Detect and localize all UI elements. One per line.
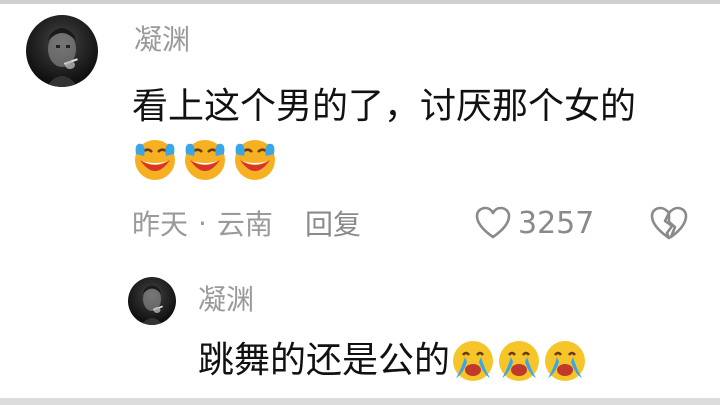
bottom-edge-bar <box>0 398 720 405</box>
top-edge-bar <box>0 0 720 4</box>
comment-text: 看上这个男的了，讨厌那个女的 <box>132 86 637 127</box>
avatar[interactable] <box>26 15 98 87</box>
reply-text: 跳舞的还是公的 <box>198 340 451 381</box>
reply-comment: 跳舞的还是公的 <box>198 336 588 386</box>
comment-emoji-row <box>132 134 278 184</box>
heart-icon <box>475 206 511 239</box>
laugh-cry-emoji-icon <box>232 136 278 182</box>
like-button[interactable]: 3257 <box>474 200 594 246</box>
crying-emoji-icon <box>450 338 496 384</box>
avatar-icon <box>46 28 78 87</box>
like-count: 3257 <box>518 205 595 241</box>
crying-emoji-icon <box>496 338 542 384</box>
comment-location: 云南 <box>216 208 273 241</box>
avatar-icon <box>141 285 163 325</box>
dislike-button[interactable] <box>648 202 690 244</box>
reply-username[interactable]: 凝渊 <box>198 280 254 320</box>
laugh-cry-emoji-icon <box>132 136 178 182</box>
reply-button[interactable]: 回复 <box>305 203 361 243</box>
meta-separator: · <box>198 206 207 240</box>
laugh-cry-emoji-icon <box>182 136 228 182</box>
comment-meta: 昨天 · 云南 回复 <box>132 198 361 248</box>
broken-heart-icon <box>650 206 688 240</box>
crying-emoji-icon <box>542 338 588 384</box>
comment-username[interactable]: 凝渊 <box>134 20 190 60</box>
comment-date: 昨天 <box>132 208 189 241</box>
reply-avatar[interactable] <box>128 277 176 325</box>
